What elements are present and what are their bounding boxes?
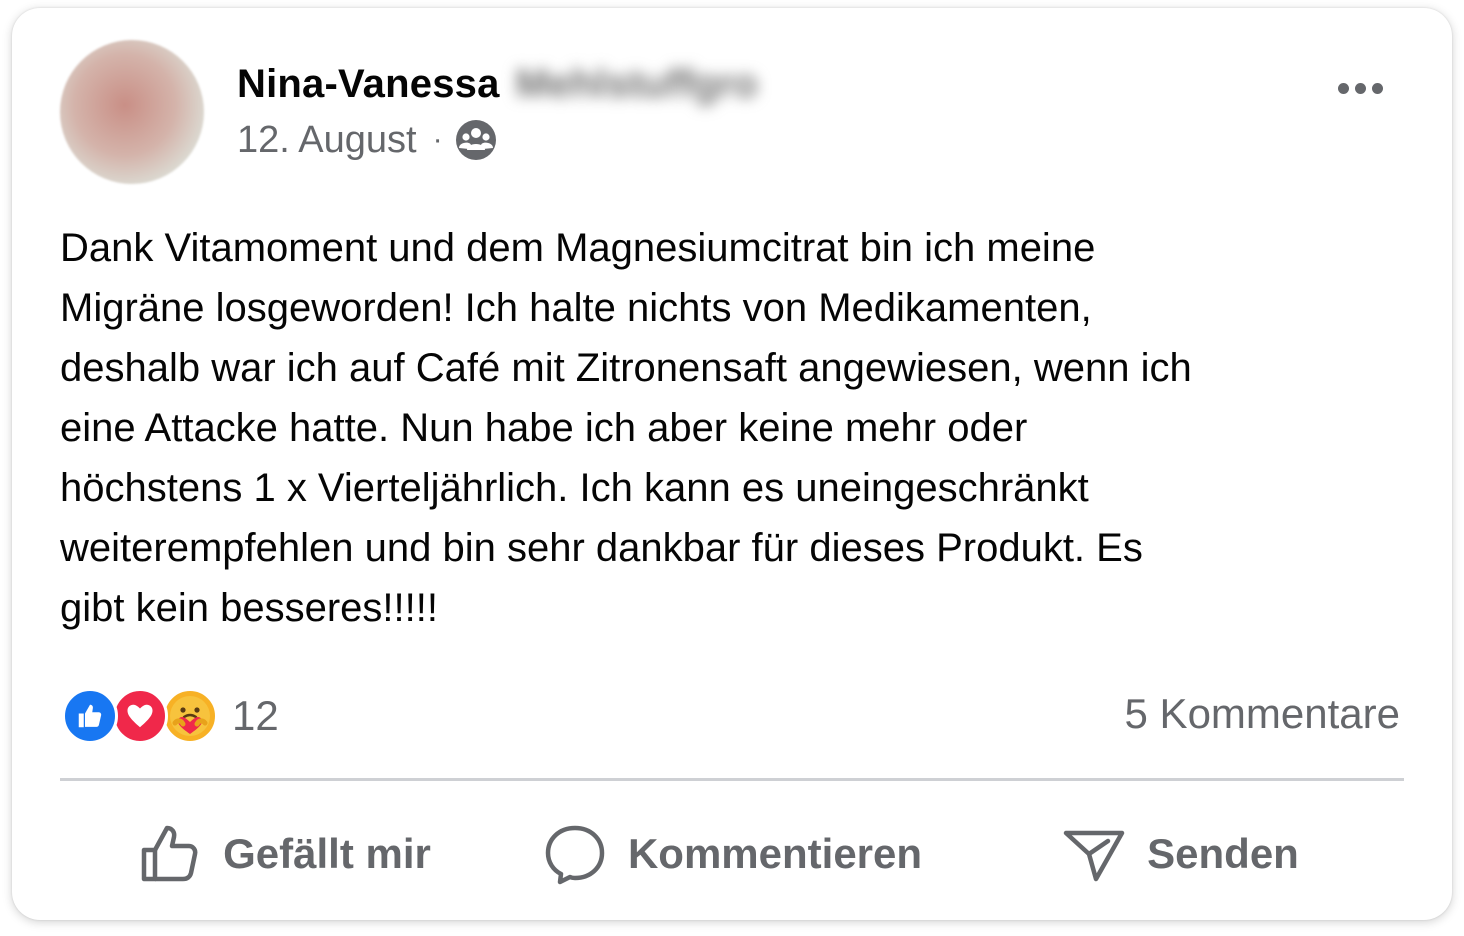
thumbs-up-icon bbox=[141, 825, 198, 882]
author-surname-blurred[interactable]: Mehlstuffgro bbox=[516, 62, 758, 107]
comment-button-label: Kommentieren bbox=[627, 830, 923, 877]
like-button[interactable]: Gefällt mir bbox=[60, 798, 508, 910]
meta-separator: · bbox=[432, 123, 443, 156]
post-date[interactable]: 12. August bbox=[237, 119, 417, 162]
author-avatar[interactable] bbox=[60, 40, 204, 184]
share-button-label: Senden bbox=[1147, 830, 1299, 877]
like-button-label: Gefällt mir bbox=[223, 830, 431, 877]
more-dot bbox=[1371, 82, 1383, 94]
more-dot bbox=[1354, 82, 1366, 94]
love-icon bbox=[112, 688, 168, 744]
care-icon bbox=[162, 688, 218, 744]
comment-button[interactable]: Kommentieren bbox=[508, 798, 956, 910]
more-dots-icon bbox=[1337, 82, 1349, 94]
reaction-count: 12 bbox=[232, 692, 279, 739]
action-bar: Gefällt mir Kommentieren Senden bbox=[60, 798, 1404, 910]
author-row: Nina-Vanessa Mehlstuffgro bbox=[237, 58, 758, 110]
share-button[interactable]: Senden bbox=[956, 798, 1404, 910]
group-icon bbox=[455, 120, 496, 160]
post-meta: 12. August · bbox=[237, 116, 497, 164]
divider bbox=[60, 778, 1404, 781]
author-name[interactable]: Nina-Vanessa bbox=[237, 62, 500, 107]
like-icon bbox=[62, 688, 118, 744]
more-options-button[interactable] bbox=[1328, 68, 1392, 108]
comments-count-link[interactable]: 5 Kommentare bbox=[1125, 690, 1400, 738]
post-card: Nina-Vanessa Mehlstuffgro 12. August · D… bbox=[12, 8, 1452, 920]
send-icon bbox=[1063, 830, 1125, 882]
reactions-summary[interactable]: 12 bbox=[62, 688, 279, 744]
post-text: Dank Vitamoment und dem Magnesiumcitrat … bbox=[60, 226, 1192, 630]
comment-bubble-icon bbox=[545, 825, 605, 885]
